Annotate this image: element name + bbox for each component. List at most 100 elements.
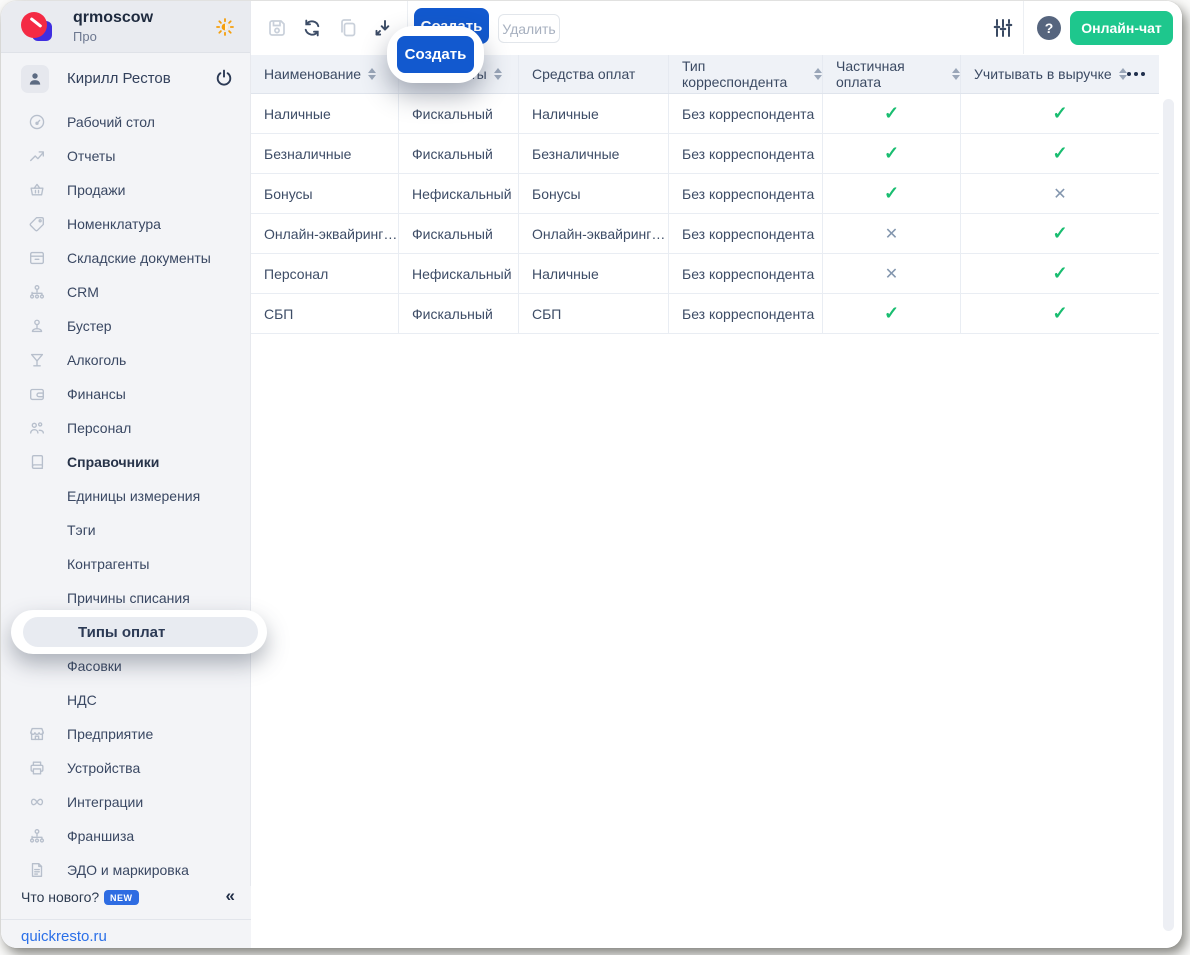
sidebar-item-label: Справочники — [67, 454, 159, 470]
sidebar-item-франшиза[interactable]: Франшиза — [1, 819, 251, 853]
column-header-1[interactable]: Наименование — [251, 55, 399, 93]
user-name: Кирилл Рестов — [67, 70, 171, 87]
check-icon: ✓ — [961, 214, 1159, 253]
table-cell: Онлайн-эквайринг… — [251, 214, 399, 253]
table-row[interactable]: НаличныеФискальныйНаличныеБез корреспонд… — [251, 94, 1159, 134]
devices-icon — [28, 759, 46, 777]
sort-icon[interactable] — [814, 68, 822, 80]
filter-columns-icon[interactable] — [991, 16, 1013, 38]
theme-toggle-sun-icon[interactable] — [214, 16, 236, 38]
sidebar-item-label: Номенклатура — [67, 216, 161, 232]
sidebar-item-контрагенты[interactable]: Контрагенты — [1, 547, 251, 581]
sidebar-item-продажи[interactable]: Продажи — [1, 173, 251, 207]
column-label: Тип корреспондента — [682, 58, 807, 90]
alcohol-icon — [28, 351, 46, 369]
sidebar-item-рабочий-стол[interactable]: Рабочий стол — [1, 105, 251, 139]
sidebar-item-crm[interactable]: CRM — [1, 275, 251, 309]
column-label: Частичная оплата — [836, 58, 945, 90]
online-chat-button[interactable]: Онлайн-чат — [1070, 11, 1173, 45]
sidebar-item-label: Отчеты — [67, 148, 115, 164]
help-button[interactable]: ? — [1037, 16, 1061, 40]
column-header-4[interactable]: Тип корреспондента — [669, 55, 823, 93]
sidebar-item-предприятие[interactable]: Предприятие — [1, 717, 251, 751]
table-cell: Без корреспондента — [669, 254, 823, 293]
sidebar-item-тэги[interactable]: Тэги — [1, 513, 251, 547]
sidebar-item-интеграции[interactable]: Интеграции — [1, 785, 251, 819]
sort-icon[interactable] — [1119, 68, 1127, 80]
enterprise-icon — [28, 725, 46, 743]
cross-icon: ✕ — [823, 214, 961, 253]
table-cell: Наличные — [251, 94, 399, 133]
site-row: quickresto.ru — [1, 919, 251, 948]
sidebar-item-отчеты[interactable]: Отчеты — [1, 139, 251, 173]
sidebar-item-складские-документы[interactable]: Складские документы — [1, 241, 251, 275]
warehouse-icon — [28, 249, 46, 267]
ellipsis-icon[interactable] — [1127, 72, 1145, 76]
column-header-6[interactable]: Учитывать в выручке — [961, 55, 1159, 93]
sidebar-item-бустер[interactable]: Бустер — [1, 309, 251, 343]
column-label: Учитывать в выручке — [974, 66, 1112, 82]
logout-power-icon[interactable] — [214, 68, 234, 88]
quickresto-link[interactable]: quickresto.ru — [21, 928, 107, 945]
edo-icon — [28, 861, 46, 879]
table-cell: Безналичные — [251, 134, 399, 173]
sidebar-item-эдо-и-маркировка[interactable]: ЭДО и маркировка — [1, 853, 251, 887]
whats-new-row[interactable]: Что нового? NEW « — [1, 886, 251, 912]
refresh-icon[interactable] — [301, 17, 323, 39]
table-cell: Нефискальный — [399, 174, 519, 213]
sort-icon[interactable] — [952, 68, 960, 80]
sidebar-item-фасовки[interactable]: Фасовки — [1, 649, 251, 683]
save-icon[interactable] — [266, 17, 288, 39]
sidebar-item-label: ЭДО и маркировка — [67, 862, 189, 878]
delete-button[interactable]: Удалить — [498, 14, 560, 43]
nomenclature-icon — [28, 215, 46, 233]
check-icon: ✓ — [823, 94, 961, 133]
sidebar-item-label: Устройства — [67, 760, 140, 776]
table-cell: Без корреспондента — [669, 94, 823, 133]
column-label: Средства оплат — [532, 66, 635, 82]
dashboard-icon — [28, 113, 46, 131]
table-row[interactable]: БонусыНефискальныйБонусыБез корреспонден… — [251, 174, 1159, 214]
create-button-highlighted[interactable]: Создать — [397, 36, 474, 73]
sidebar-item-персонал[interactable]: Персонал — [1, 411, 251, 445]
table-cell: Фискальный — [399, 134, 519, 173]
sidebar-item-номенклатура[interactable]: Номенклатура — [1, 207, 251, 241]
table-row[interactable]: ПерсоналНефискальныйНаличныеБез корреспо… — [251, 254, 1159, 294]
copy-icon[interactable] — [337, 17, 359, 39]
sidebar-item-устройства[interactable]: Устройства — [1, 751, 251, 785]
table-row[interactable]: БезналичныеФискальныйБезналичныеБез корр… — [251, 134, 1159, 174]
sort-icon[interactable] — [494, 68, 502, 80]
sidebar-item-label: Тэги — [67, 522, 96, 538]
table-row[interactable]: СБПФискальныйСБПБез корреспондента✓✓ — [251, 294, 1159, 334]
sidebar-item-единицы-измерения[interactable]: Единицы измерения — [1, 479, 251, 513]
sidebar-item-label: Складские документы — [67, 250, 211, 266]
sort-icon[interactable] — [368, 68, 376, 80]
sidebar-item-справочники[interactable]: Справочники — [1, 445, 251, 479]
table-cell: Без корреспондента — [669, 134, 823, 173]
column-label: Наименование — [264, 66, 361, 82]
table-row[interactable]: Онлайн-эквайринг…ФискальныйОнлайн-эквайр… — [251, 214, 1159, 254]
table-cell: Бонусы — [519, 174, 669, 213]
sidebar-item-label: Персонал — [67, 420, 131, 436]
directories-icon — [28, 453, 46, 471]
column-header-3: Средства оплат — [519, 55, 669, 93]
collapse-sidebar-icon[interactable]: « — [226, 886, 235, 906]
sidebar-item-payment-types-highlighted[interactable]: Типы оплат — [23, 617, 258, 647]
sidebar-item-финансы[interactable]: Финансы — [1, 377, 251, 411]
user-row[interactable]: Кирилл Рестов — [1, 53, 250, 105]
sidebar-item-label: Единицы измерения — [67, 488, 200, 504]
sales-icon — [28, 181, 46, 199]
sidebar-item-алкоголь[interactable]: Алкоголь — [1, 343, 251, 377]
sidebar-item-label: Интеграции — [67, 794, 143, 810]
vertical-scrollbar[interactable] — [1163, 99, 1174, 931]
sidebar-item-label: CRM — [67, 284, 99, 300]
sidebar-item-типы-оплат[interactable]: Типы оплат — [1, 615, 251, 649]
workspace-header: qrmoscow Про — [1, 1, 250, 53]
sidebar-item-ндс[interactable]: НДС — [1, 683, 251, 717]
quickresto-logo-icon — [21, 12, 53, 42]
import-icon[interactable] — [372, 17, 394, 39]
workspace-title: qrmoscow — [73, 9, 153, 27]
check-icon: ✓ — [961, 254, 1159, 293]
column-header-5[interactable]: Частичная оплата — [823, 55, 961, 93]
check-icon: ✓ — [823, 174, 961, 213]
